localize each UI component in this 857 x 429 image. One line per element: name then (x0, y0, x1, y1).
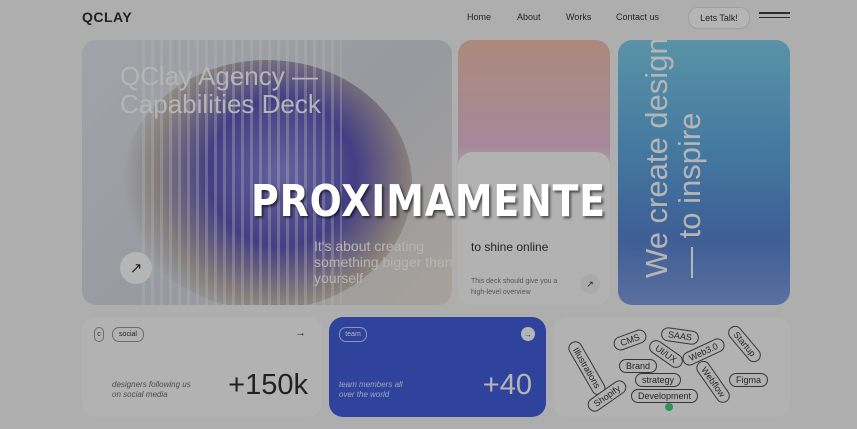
coming-soon-banner: PROXIMAMENTE (250, 176, 607, 227)
